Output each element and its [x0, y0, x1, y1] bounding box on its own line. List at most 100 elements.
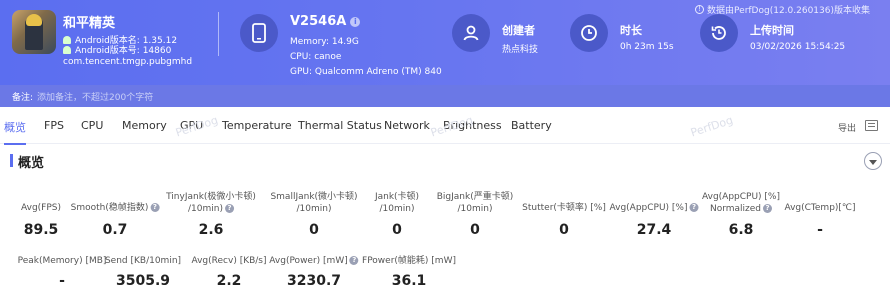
history-icon [700, 14, 738, 52]
metric-value: - [59, 273, 65, 289]
phone-icon [240, 14, 278, 52]
user-icon [452, 14, 490, 52]
metric-label-text-line2: /10min) [296, 204, 332, 214]
tab-temperature[interactable]: Temperature [222, 119, 292, 132]
metric-label: BigJank(严重卡顿) /10min) [437, 191, 514, 215]
metric-value: 2.2 [216, 273, 242, 289]
metric-label-text-line2: /10min) [188, 204, 223, 214]
tab-gpu[interactable]: GPU [180, 119, 203, 132]
header-divider [218, 12, 219, 56]
tab-network[interactable]: Network [384, 119, 430, 132]
collapse-button[interactable] [864, 152, 882, 170]
upload-value: 03/02/2026 15:54:25 [750, 42, 846, 52]
tab-cpu[interactable]: CPU [81, 119, 103, 132]
metric-label-text: Send [KB/10min] [104, 256, 182, 266]
metric-label-text: Smooth(稳帧指数) [70, 203, 149, 213]
metric-label: Peak(Memory) [MB] [18, 255, 107, 267]
metric-value: 36.1 [391, 273, 427, 289]
metric-value: 3505.9 [115, 273, 171, 289]
notes-input[interactable]: 添加备注，不超过200个字符 [37, 90, 153, 103]
tab-memory[interactable]: Memory [122, 119, 167, 132]
creator-value: 热点科技 [502, 45, 539, 55]
metric-label: FPower(帧能耗) [mW] [362, 255, 456, 267]
export-button[interactable]: 导出 [838, 121, 856, 134]
metric-label: Avg(AppCPU) [%] Normalized? [702, 191, 780, 215]
metric-label-text: Peak(Memory) [MB] [17, 256, 107, 266]
metric-label: Stutter(卡顿率) [%] [522, 202, 606, 214]
report-header: ! 数据由PerfDog(12.0.260136)版本收集 和平精英 Andro… [0, 0, 890, 85]
metric-label: Send [KB/10min] [105, 255, 181, 267]
device-gpu: GPU: Qualcomm Adreno (TM) 840 [290, 67, 442, 77]
help-icon[interactable]: ? [689, 203, 699, 212]
android-version-code: Android版本号: 14860 [75, 46, 172, 56]
device-cpu: CPU: canoe [290, 52, 342, 62]
help-icon[interactable]: ? [150, 203, 160, 212]
clock-icon [570, 14, 608, 52]
metric-label: Avg(Recv) [KB/s] [191, 255, 266, 267]
metric-label-text: Stutter(卡顿率) [%] [522, 203, 606, 213]
export-icon[interactable] [865, 120, 878, 131]
device-memory: Memory: 14.9G [290, 37, 359, 47]
metric-label-text: Avg(FPS) [20, 203, 62, 213]
tab-overview[interactable]: 概览 [4, 119, 26, 145]
metric-label: Avg(FPS) [21, 202, 61, 214]
metric-label-text-line2: Normalized [709, 204, 762, 214]
tab-brightness[interactable]: Brightness [443, 119, 502, 132]
metric-value: 0 [470, 222, 480, 238]
device-info-icon[interactable]: i [350, 16, 361, 27]
metric-label-text: Jank(卡顿) [374, 192, 420, 202]
android-icon [63, 45, 71, 54]
metric-label-text: Avg(AppCPU) [%] [609, 203, 688, 213]
help-icon[interactable]: ? [349, 256, 359, 265]
package-name: com.tencent.tmgp.pubgmhd [63, 57, 193, 67]
metric-value: 6.8 [728, 222, 754, 238]
metric-label: Avg(CTemp)[℃] [784, 202, 855, 214]
tab-fps[interactable]: FPS [44, 119, 64, 132]
duration-title: 时长 [620, 24, 642, 37]
metric-label: Avg(Power) [mW]? [269, 255, 359, 267]
android-code-line: Android版本号: 14860 [63, 43, 171, 56]
metric-value: 3230.7 [286, 273, 342, 289]
metric-label-text: TinyJank(极微小卡顿) [166, 192, 256, 202]
help-icon[interactable]: ? [763, 204, 773, 213]
metric-label: SmallJank(微小卡顿) /10min) [270, 191, 357, 215]
overview-title: 概览 [18, 156, 45, 171]
metric-label-text: Avg(AppCPU) [%] [701, 192, 781, 202]
metric-label-text: Avg(Recv) [KB/s] [191, 256, 267, 266]
tab-battery[interactable]: Battery [511, 119, 552, 132]
metric-value: 27.4 [636, 222, 672, 238]
metric-label-text: Avg(Power) [mW] [269, 256, 348, 266]
metric-label: Avg(AppCPU) [%]? [609, 202, 699, 214]
chevron-down-icon [869, 159, 877, 165]
metric-label-text: FPower(帧能耗) [mW] [362, 256, 456, 266]
metric-value: 0.7 [102, 222, 128, 238]
app-name: 和平精英 [63, 16, 116, 31]
info-icon: ! [695, 5, 705, 14]
tab-bar: 概览 FPS CPU Memory GPU Temperature Therma… [0, 107, 890, 145]
notes-label: 备注: [12, 92, 34, 103]
metric-value: 89.5 [23, 222, 59, 238]
source-note-text: 数据由PerfDog(12.0.260136)版本收集 [707, 6, 870, 16]
metric-label-text: Avg(CTemp)[℃] [784, 203, 856, 213]
metric-value: - [817, 222, 823, 238]
metric-label-text-line2: /10min) [379, 204, 415, 214]
metric-label-text-line2: /10min) [457, 204, 493, 214]
metric-value: 2.6 [198, 222, 224, 238]
help-icon[interactable]: ? [224, 204, 234, 213]
metric-value: 0 [559, 222, 569, 238]
duration-value: 0h 23m 15s [620, 42, 674, 52]
app-icon [12, 10, 56, 54]
metric-label: TinyJank(极微小卡顿) /10min)? [166, 191, 256, 215]
metric-value: 0 [392, 222, 402, 238]
creator-title: 创建者 [502, 24, 535, 37]
metric-label-text: BigJank(严重卡顿) [436, 192, 514, 202]
metric-value: 0 [309, 222, 319, 238]
metric-label: Jank(卡顿) /10min) [375, 191, 419, 215]
metric-label: Smooth(稳帧指数)? [71, 202, 160, 214]
upload-title: 上传时间 [750, 24, 794, 37]
device-name-text: V2546A [290, 14, 347, 29]
section-accent [10, 154, 13, 167]
tab-thermal-status[interactable]: Thermal Status [298, 119, 382, 132]
notes-bar[interactable]: 备注: 添加备注，不超过200个字符 [0, 85, 890, 107]
device-name: V2546A i [290, 14, 361, 29]
